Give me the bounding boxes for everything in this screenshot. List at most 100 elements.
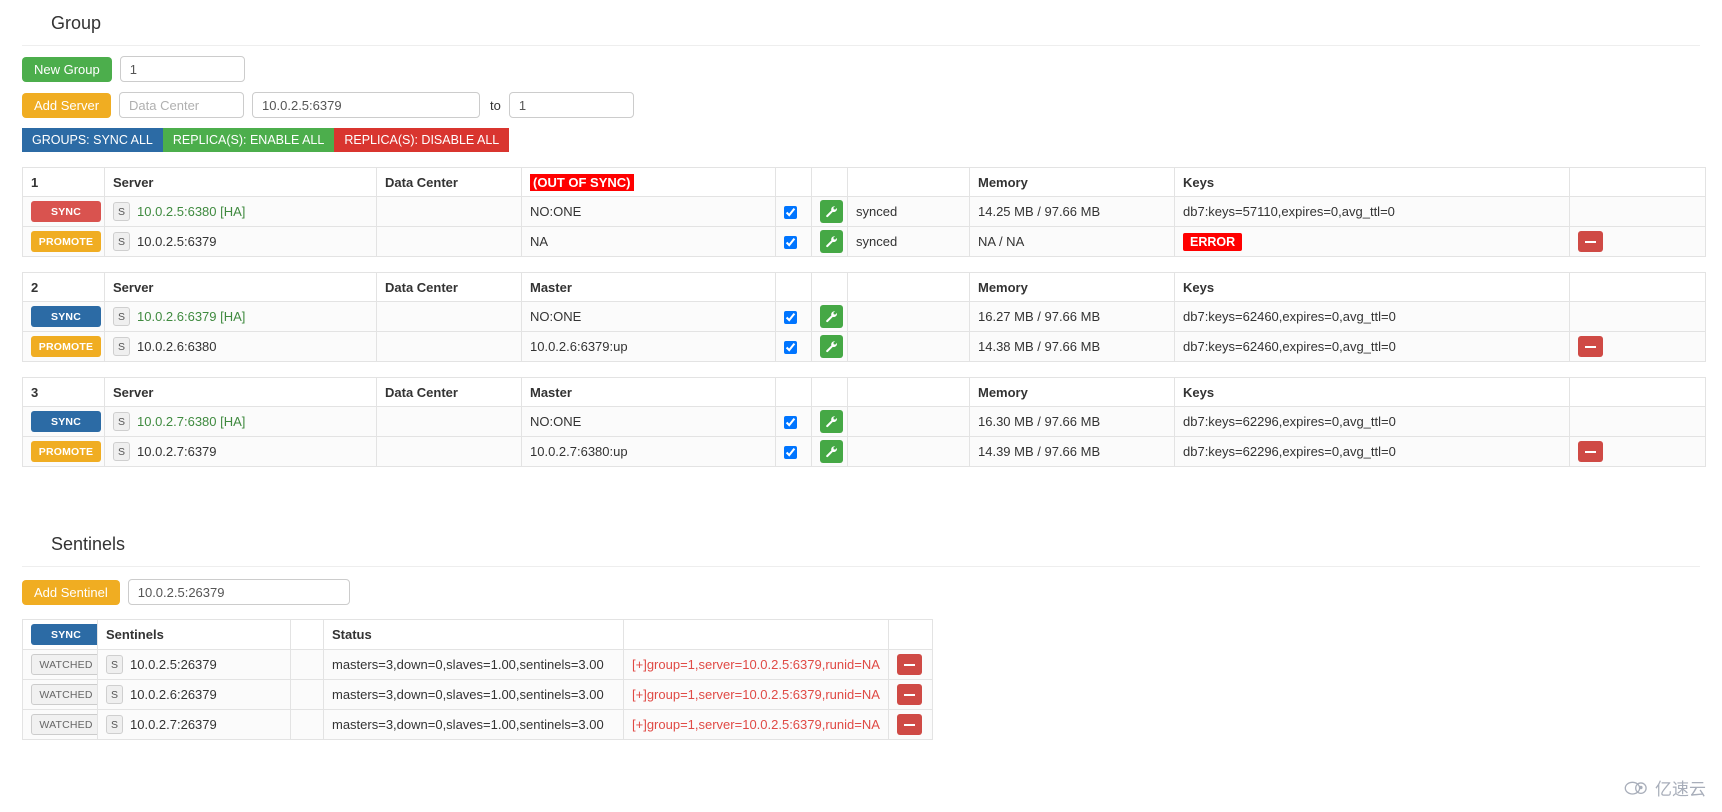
sentinel-type-badge: S bbox=[106, 685, 123, 704]
sentinels-table: SYNC Sentinels Status WATCHED S 10.0.2.5:2… bbox=[22, 619, 933, 740]
row-enable-cell bbox=[775, 226, 812, 257]
server-address: 10.0.2.5:6379 bbox=[137, 234, 217, 249]
to-label: to bbox=[490, 97, 501, 113]
row-server-cell: S 10.0.2.7:6380 [HA] bbox=[104, 406, 377, 437]
server-address-input[interactable] bbox=[252, 92, 481, 118]
row-memory-cell: 16.30 MB / 97.66 MB bbox=[969, 406, 1175, 437]
remove-sentinel-button[interactable] bbox=[897, 654, 922, 676]
row-data-center-cell bbox=[376, 226, 522, 257]
row-memory-cell: 14.25 MB / 97.66 MB bbox=[969, 196, 1175, 227]
row-action-button[interactable]: SYNC bbox=[31, 411, 101, 432]
sentinels-delete-header bbox=[888, 619, 933, 650]
target-group-input[interactable] bbox=[508, 92, 634, 118]
sentinels-name-header: Sentinels bbox=[97, 619, 291, 650]
row-master-cell: 10.0.2.6:6379:up bbox=[521, 331, 776, 362]
sentinel-info-cell: [+]group=1,server=10.0.2.5:6379,runid=NA bbox=[623, 679, 889, 710]
remove-sentinel-button[interactable] bbox=[897, 684, 922, 706]
replica-enable-checkbox[interactable] bbox=[784, 206, 797, 220]
sentinel-address: 10.0.2.5:26379 bbox=[130, 657, 217, 672]
row-server-cell: S 10.0.2.6:6379 [HA] bbox=[104, 301, 377, 332]
header-memory: Memory bbox=[969, 377, 1175, 407]
wrench-icon[interactable] bbox=[820, 305, 843, 328]
wrench-icon[interactable] bbox=[820, 440, 843, 463]
watermark: 亿速云 bbox=[1624, 775, 1706, 800]
server-type-badge: S bbox=[113, 442, 130, 461]
sentinel-row: WATCHED S 10.0.2.5:26379 masters=3,down=0,s… bbox=[22, 649, 933, 680]
replica-enable-checkbox[interactable] bbox=[784, 311, 797, 325]
row-master-cell: NO:ONE bbox=[521, 196, 776, 227]
sentinel-status-cell: masters=3,down=0,slaves=1.00,sentinels=3… bbox=[323, 709, 624, 740]
minus-icon bbox=[904, 723, 915, 726]
header-status bbox=[847, 377, 970, 407]
header-enable bbox=[775, 167, 812, 197]
wrench-icon[interactable] bbox=[820, 410, 843, 433]
watermark-text: 亿速云 bbox=[1655, 780, 1706, 799]
group-section: Group New Group Add Server to GROUPS: SY… bbox=[0, 0, 1722, 467]
row-memory-cell: 16.27 MB / 97.66 MB bbox=[969, 301, 1175, 332]
row-action-button[interactable]: PROMOTE bbox=[31, 336, 101, 357]
sentinel-delete-cell bbox=[888, 649, 933, 680]
header-memory: Memory bbox=[969, 167, 1175, 197]
table-row: PROMOTE S 10.0.2.5:6379 NA synced NA / NA ERRO… bbox=[22, 226, 1706, 257]
sentinels-section: Sentinels Add Sentinel SYNC Sentinels St… bbox=[0, 535, 1722, 740]
row-action-button[interactable]: SYNC bbox=[31, 306, 101, 327]
sentinel-watched-button[interactable]: WATCHED bbox=[31, 654, 97, 675]
table-row: PROMOTE S 10.0.2.7:6379 10.0.2.7:6380:up 14.… bbox=[22, 436, 1706, 467]
sentinel-info-cell: [+]group=1,server=10.0.2.5:6379,runid=NA bbox=[623, 709, 889, 740]
row-delete-cell bbox=[1569, 331, 1706, 362]
sentinel-watched-button[interactable]: WATCHED bbox=[31, 714, 97, 735]
row-keys-cell: db7:keys=62296,expires=0,avg_ttl=0 bbox=[1174, 406, 1570, 437]
wrench-icon[interactable] bbox=[820, 200, 843, 223]
row-status-cell: synced bbox=[847, 226, 970, 257]
sentinel-address: 10.0.2.7:26379 bbox=[130, 717, 217, 732]
remove-server-button[interactable] bbox=[1578, 336, 1603, 358]
group-index: 1 bbox=[22, 167, 105, 197]
header-delete bbox=[1569, 167, 1706, 197]
header-keys: Keys bbox=[1174, 167, 1570, 197]
replica-enable-checkbox[interactable] bbox=[784, 446, 797, 460]
row-status-cell bbox=[847, 331, 970, 362]
remove-server-button[interactable] bbox=[1578, 441, 1603, 463]
sentinels-title: Sentinels bbox=[51, 534, 126, 554]
group-head-3: 3 Server Data Center Master Memory Keys bbox=[22, 377, 1706, 407]
sentinels-sync-button[interactable]: SYNC bbox=[31, 624, 97, 645]
header-enable bbox=[775, 272, 812, 302]
group-table-2: 2 Server Data Center Master Memory Keys SYNC S 1… bbox=[22, 272, 1706, 362]
bulk-action-button-1[interactable]: REPLICA(S): ENABLE ALL bbox=[162, 128, 335, 152]
header-status bbox=[847, 272, 970, 302]
row-data-center-cell bbox=[376, 436, 522, 467]
row-memory-cell: NA / NA bbox=[969, 226, 1175, 257]
server-type-badge: S bbox=[113, 232, 130, 251]
wrench-icon[interactable] bbox=[820, 335, 843, 358]
wrench-icon[interactable] bbox=[820, 230, 843, 253]
bulk-action-button-2[interactable]: REPLICA(S): DISABLE ALL bbox=[334, 128, 510, 152]
remove-sentinel-button[interactable] bbox=[897, 714, 922, 736]
remove-server-button[interactable] bbox=[1578, 231, 1603, 253]
row-delete-cell bbox=[1569, 406, 1706, 437]
sentinel-watched-button[interactable]: WATCHED bbox=[31, 684, 97, 705]
data-center-input[interactable] bbox=[119, 92, 245, 118]
sentinel-name-cell: S 10.0.2.7:26379 bbox=[97, 709, 291, 740]
header-keys: Keys bbox=[1174, 377, 1570, 407]
row-action-button[interactable]: PROMOTE bbox=[31, 231, 101, 252]
row-config-cell bbox=[811, 301, 848, 332]
row-action-button[interactable]: SYNC bbox=[31, 201, 101, 222]
bulk-action-button-0[interactable]: GROUPS: SYNC ALL bbox=[22, 128, 163, 152]
row-action-button[interactable]: PROMOTE bbox=[31, 441, 101, 462]
sentinel-address-input[interactable] bbox=[127, 579, 350, 605]
minus-icon bbox=[904, 663, 915, 666]
replica-enable-checkbox[interactable] bbox=[784, 416, 797, 430]
new-group-input[interactable] bbox=[119, 56, 245, 82]
minus-icon bbox=[1585, 450, 1596, 453]
header-data-center: Data Center bbox=[376, 272, 522, 302]
add-server-button[interactable]: Add Server bbox=[22, 92, 112, 118]
add-sentinel-button[interactable]: Add Sentinel bbox=[22, 579, 120, 605]
new-group-button[interactable]: New Group bbox=[22, 56, 112, 82]
replica-enable-checkbox[interactable] bbox=[784, 236, 797, 250]
sentinel-row: WATCHED S 10.0.2.7:26379 masters=3,down=0,s… bbox=[22, 709, 933, 740]
add-server-row: Add Server to bbox=[0, 92, 1722, 118]
row-status-cell bbox=[847, 436, 970, 467]
replica-enable-checkbox[interactable] bbox=[784, 341, 797, 355]
row-enable-cell bbox=[775, 406, 812, 437]
sentinel-gap-cell bbox=[290, 709, 324, 740]
